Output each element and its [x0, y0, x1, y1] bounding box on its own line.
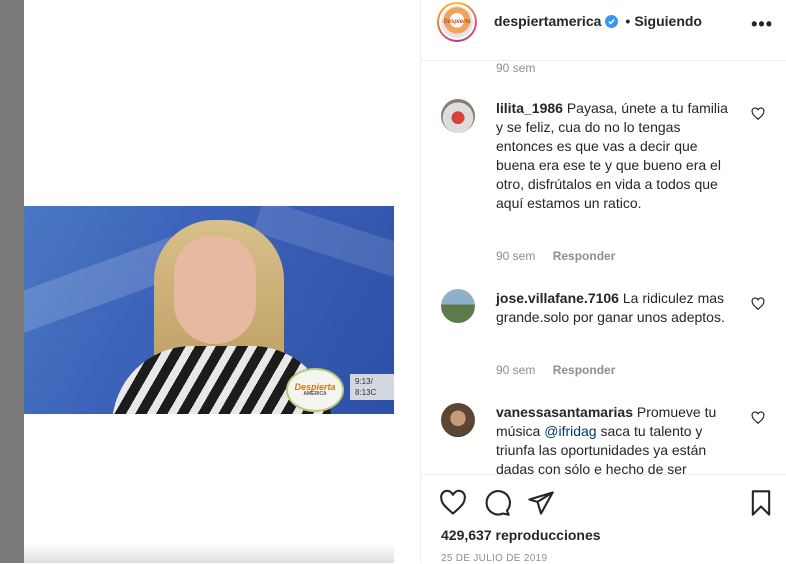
comments-list[interactable]: 90 sem lilita_1986 Payasa, únete a tu fa…	[421, 61, 786, 474]
comment-timestamp: 90 sem	[496, 61, 536, 75]
view-count[interactable]: 429,637 reproducciones	[441, 527, 601, 543]
post-media[interactable]: Despierta AMÉRICA 9:13/ 8:13C	[24, 0, 394, 563]
modal-backdrop[interactable]	[0, 0, 24, 563]
mention-link[interactable]: @ifridag	[544, 423, 596, 439]
like-comment-heart-icon[interactable]	[751, 297, 765, 311]
save-bookmark-icon[interactable]	[747, 489, 775, 517]
post-header: Despierta despiertamerica • Siguiendo ••…	[421, 0, 786, 61]
post-date[interactable]: 25 DE JULIO DE 2019	[441, 553, 547, 564]
comment-text: vanessasantamarias Promueve tu música @i…	[496, 404, 717, 474]
tv-show-logo: Despierta AMÉRICA	[286, 368, 344, 412]
comment-text: jose.villafane.7106 La ridiculez mas gra…	[496, 290, 725, 325]
commenter-avatar[interactable]	[441, 403, 475, 437]
comment-meta: 90 sem Responder	[496, 363, 616, 377]
reply-button[interactable]: Responder	[553, 363, 616, 377]
commenter-username[interactable]: lilita_1986	[496, 100, 563, 116]
comment-meta: 90 sem Responder	[496, 249, 616, 263]
post-actions: 429,637 reproducciones 25 DE JULIO DE 20…	[421, 474, 786, 564]
commenter-username[interactable]: jose.villafane.7106	[496, 290, 619, 306]
like-comment-heart-icon[interactable]	[751, 411, 765, 425]
video-player[interactable]: Despierta AMÉRICA 9:13/ 8:13C	[24, 206, 394, 414]
commenter-avatar[interactable]	[441, 289, 475, 323]
video-person-face	[174, 236, 256, 344]
post-side-panel: Despierta despiertamerica • Siguiendo ••…	[420, 0, 786, 564]
reply-button[interactable]: Responder	[553, 249, 616, 263]
media-bottom-fade	[24, 543, 394, 563]
comment-icon[interactable]	[483, 489, 511, 517]
comment-text: lilita_1986 Payasa, únete a tu familia y…	[496, 100, 728, 211]
header-separator: •	[625, 13, 631, 29]
commenter-avatar[interactable]	[441, 99, 475, 133]
verified-badge-icon	[605, 14, 619, 28]
commenter-username[interactable]: vanessasantamarias	[496, 404, 633, 420]
like-comment-heart-icon[interactable]	[751, 107, 765, 121]
tv-clock-overlay: 9:13/ 8:13C	[350, 374, 394, 400]
more-options-icon[interactable]: •••	[751, 14, 773, 35]
account-avatar[interactable]: Despierta	[437, 2, 477, 42]
share-icon[interactable]	[527, 489, 555, 517]
like-heart-icon[interactable]	[439, 489, 467, 517]
account-username[interactable]: despiertamerica	[494, 13, 601, 29]
following-button[interactable]: Siguiendo	[634, 13, 702, 29]
